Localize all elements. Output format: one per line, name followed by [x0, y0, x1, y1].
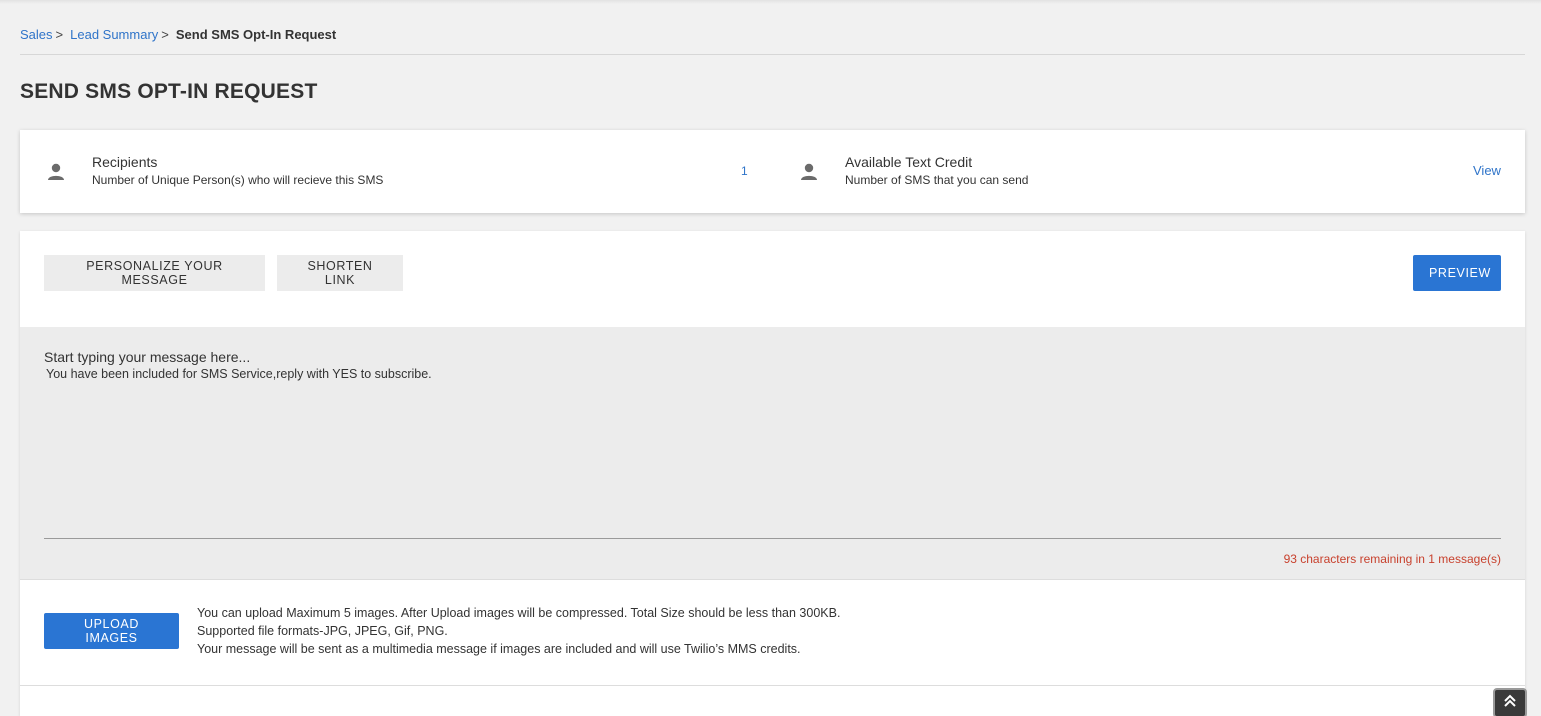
- breadcrumb-link-lead-summary[interactable]: Lead Summary: [70, 27, 158, 42]
- credit-subtitle: Number of SMS that you can send: [845, 173, 1029, 187]
- breadcrumb: Sales > Lead Summary > Send SMS Opt-In R…: [20, 25, 336, 43]
- breadcrumb-link-sales[interactable]: Sales: [20, 27, 53, 42]
- breadcrumb-separator: >: [161, 26, 169, 42]
- summary-card: Recipients Number of Unique Person(s) wh…: [20, 130, 1525, 213]
- recipients-subtitle: Number of Unique Person(s) who will reci…: [92, 173, 384, 187]
- upload-images-button[interactable]: UPLOAD IMAGES: [44, 613, 179, 649]
- upload-section: UPLOAD IMAGES You can upload Maximum 5 i…: [20, 579, 1525, 686]
- message-underline: [44, 538, 1501, 539]
- upload-info-line: You can upload Maximum 5 images. After U…: [197, 606, 841, 620]
- breadcrumb-separator: >: [55, 26, 64, 42]
- view-credit-link[interactable]: View: [1473, 163, 1501, 178]
- personalize-message-button[interactable]: PERSONALIZE YOUR MESSAGE: [44, 255, 265, 291]
- message-text[interactable]: You have been included for SMS Service,r…: [46, 367, 432, 381]
- recipients-count: 1: [741, 164, 748, 178]
- characters-remaining: 93 characters remaining in 1 message(s): [1283, 552, 1501, 566]
- header-divider: [20, 54, 1525, 55]
- preview-button[interactable]: PREVIEW: [1413, 255, 1501, 291]
- message-textarea[interactable]: Start typing your message here... You ha…: [20, 327, 1525, 579]
- double-chevron-up-icon: [1502, 693, 1518, 714]
- person-icon: [46, 162, 66, 182]
- message-composer: PERSONALIZE YOUR MESSAGE SHORTEN LINK PR…: [20, 231, 1525, 716]
- shorten-link-button[interactable]: SHORTEN LINK: [277, 255, 403, 291]
- breadcrumb-current: Send SMS Opt-In Request: [175, 26, 337, 42]
- upload-info: You can upload Maximum 5 images. After U…: [197, 604, 840, 658]
- person-icon: [799, 162, 819, 182]
- upload-info-line: Supported file formats-JPG, JPEG, Gif, P…: [197, 624, 448, 638]
- message-placeholder: Start typing your message here...: [44, 349, 251, 365]
- recipients-title: Recipients: [92, 154, 158, 170]
- credit-title: Available Text Credit: [845, 154, 973, 170]
- scroll-to-top-button[interactable]: [1493, 688, 1527, 716]
- upload-info-line: Your message will be sent as a multimedi…: [197, 642, 801, 656]
- page-title: SEND SMS OPT-IN REQUEST: [20, 80, 318, 103]
- top-shadow: [0, 0, 1541, 4]
